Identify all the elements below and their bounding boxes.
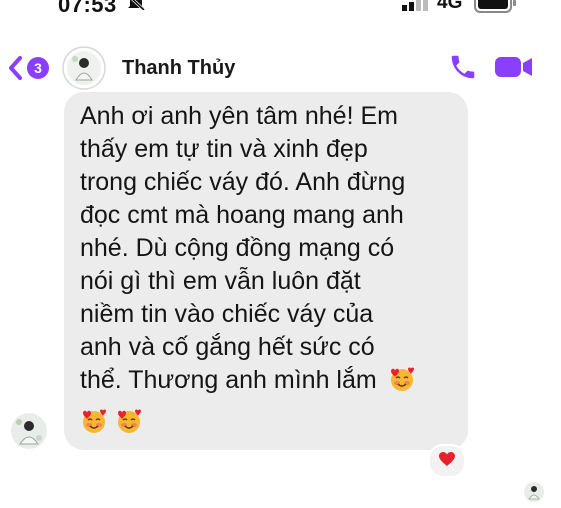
message-line: nhé. Dù cộng đồng mạng có bbox=[80, 234, 395, 262]
message-line: niềm tin vào chiếc váy của bbox=[80, 300, 374, 328]
heart-icon bbox=[438, 451, 456, 472]
message-line: trong chiếc váy đó. Anh đừng bbox=[80, 168, 406, 196]
signal-icon bbox=[402, 0, 432, 16]
message-line: nói gì thì em vẫn luôn đặt bbox=[80, 267, 361, 295]
message-text: Anh ơi anh yên tâm nhé! Em thấy em tự ti… bbox=[80, 100, 454, 437]
message-line: Anh ơi anh yên tâm nhé! Em bbox=[80, 102, 398, 130]
network-type: 4G bbox=[437, 0, 463, 13]
back-button[interactable]: 3 bbox=[6, 54, 54, 82]
battery-icon bbox=[474, 0, 518, 18]
status-bar: 07:53 4G bbox=[0, 0, 561, 18]
contact-name[interactable]: Thanh Thủy bbox=[122, 57, 235, 80]
message-line: thấy em tự tin và xinh đẹp bbox=[80, 135, 368, 163]
smiling-face-with-hearts-icon bbox=[388, 365, 416, 402]
unread-badge: 3 bbox=[27, 57, 49, 79]
chevron-left-icon bbox=[6, 54, 24, 87]
smiling-face-with-hearts-icon bbox=[80, 406, 115, 434]
message-line: đọc cmt mà hoang mang anh bbox=[80, 201, 404, 229]
message-bubble[interactable]: Anh ơi anh yên tâm nhé! Em thấy em tự ti… bbox=[64, 92, 468, 450]
contact-avatar[interactable] bbox=[62, 46, 106, 90]
emoji-row bbox=[80, 404, 454, 437]
smiling-face-with-hearts-icon bbox=[115, 406, 143, 434]
mute-icon bbox=[126, 0, 146, 15]
status-time: 07:53 bbox=[58, 0, 117, 17]
message-line-with-emoji: thể. Thương anh mình lắm bbox=[80, 364, 454, 402]
sender-avatar[interactable] bbox=[10, 412, 48, 450]
message-line: thể. Thương anh mình lắm bbox=[80, 366, 377, 394]
phone-icon[interactable] bbox=[448, 52, 478, 87]
seen-avatar bbox=[523, 481, 545, 503]
video-camera-icon[interactable] bbox=[494, 54, 534, 85]
message-line: anh và cố gắng hết sức có bbox=[80, 333, 375, 361]
chat-header: 3 Thanh Thủy bbox=[0, 40, 561, 96]
reaction-badge[interactable] bbox=[428, 444, 466, 478]
